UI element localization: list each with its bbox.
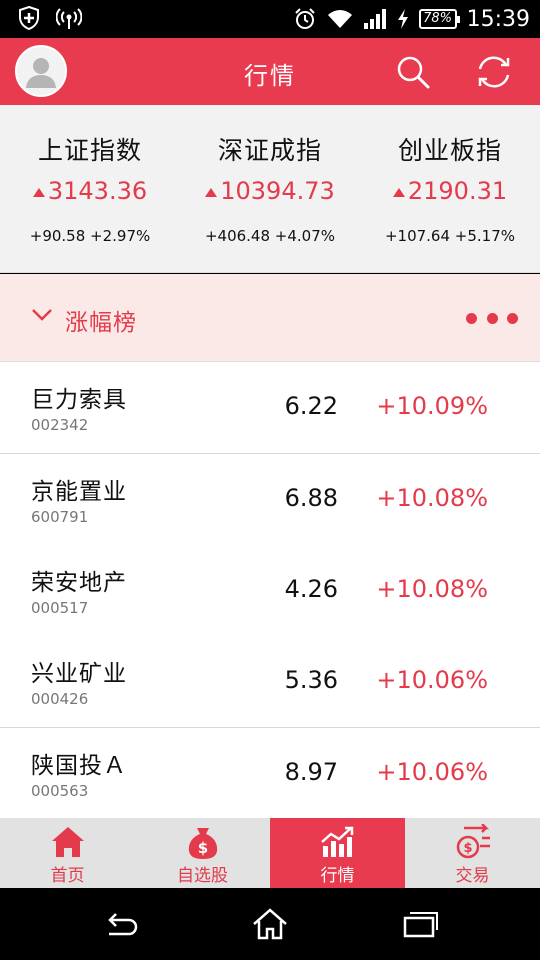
bottom-tab-bar: 首页 $ 自选股 行情 $ 交易 xyxy=(0,818,540,888)
index-change: +107.64 +5.17% xyxy=(384,227,516,245)
stock-name: 巨力索具 xyxy=(31,387,127,413)
recent-apps-button[interactable] xyxy=(400,906,440,942)
index-value: 2190.31 xyxy=(360,177,540,205)
index-card-shanghai[interactable]: 上证指数 3143.36 +90.58 +2.97% xyxy=(0,105,180,273)
tab-label: 交易 xyxy=(455,866,490,886)
gainers-ranking-header[interactable]: 涨幅榜 xyxy=(0,274,540,362)
search-button[interactable] xyxy=(393,52,433,92)
tab-home[interactable]: 首页 xyxy=(0,818,135,888)
stock-code: 000426 xyxy=(31,690,89,708)
exchange-icon: $ xyxy=(456,824,490,859)
refresh-icon xyxy=(478,56,510,88)
stock-code: 002342 xyxy=(31,416,89,434)
tab-watchlist[interactable]: $ 自选股 xyxy=(135,818,270,888)
shield-plus-icon xyxy=(19,6,39,30)
back-button[interactable] xyxy=(101,906,141,942)
stock-row[interactable]: 巨力索具 002342 6.22 +10.09% xyxy=(0,362,540,454)
tab-label: 自选股 xyxy=(177,866,228,886)
stock-change: +10.06% xyxy=(376,758,488,786)
up-arrow-icon xyxy=(32,188,45,197)
index-name: 创业板指 xyxy=(397,136,502,165)
stock-name: 兴业矿业 xyxy=(31,661,127,687)
system-nav-bar xyxy=(0,888,540,960)
stock-price: 4.26 xyxy=(284,575,338,603)
stock-code: 600791 xyxy=(31,508,89,526)
index-change: +90.58 +2.97% xyxy=(29,227,151,245)
wireless-signal-icon xyxy=(56,8,82,29)
stock-name: 京能置业 xyxy=(31,479,127,505)
charging-bolt-icon xyxy=(397,9,408,29)
recent-apps-icon xyxy=(403,912,438,938)
trend-chart-icon xyxy=(320,826,353,857)
stock-price: 5.36 xyxy=(284,666,338,694)
index-change: +406.48 +4.07% xyxy=(204,227,336,245)
page-title: 行情 xyxy=(244,62,296,90)
more-dots-icon xyxy=(486,312,498,324)
tab-label: 首页 xyxy=(50,866,85,886)
chevron-down-icon xyxy=(32,309,52,321)
stock-name: 陕国投Ａ xyxy=(31,753,127,779)
alarm-clock-icon xyxy=(294,8,315,29)
wifi-icon xyxy=(327,10,352,28)
stock-change: +10.06% xyxy=(376,666,488,694)
more-dots-icon xyxy=(466,312,477,324)
home-nav-icon xyxy=(253,908,287,940)
stock-row[interactable]: 荣安地产 000517 4.26 +10.08% xyxy=(0,545,540,637)
status-bar: 78% 15:39 xyxy=(0,0,540,38)
up-arrow-icon xyxy=(205,188,218,197)
cell-signal-icon xyxy=(363,9,386,29)
index-name: 深证成指 xyxy=(217,136,322,165)
stock-name: 荣安地产 xyxy=(31,570,127,596)
ranking-title: 涨幅榜 xyxy=(65,310,137,336)
stock-list: 巨力索具 002342 6.22 +10.09% 京能置业 600791 6.8… xyxy=(0,362,540,820)
index-value: 10394.73 xyxy=(180,177,360,205)
stock-price: 6.22 xyxy=(284,392,338,420)
index-card-chinext[interactable]: 创业板指 2190.31 +107.64 +5.17% xyxy=(360,105,540,273)
svg-text:$: $ xyxy=(197,839,207,857)
stock-change: +10.08% xyxy=(376,575,488,603)
stock-row[interactable]: 兴业矿业 000426 5.36 +10.06% xyxy=(0,636,540,728)
home-nav-button[interactable] xyxy=(250,906,290,942)
index-value-number: 3143.36 xyxy=(47,177,148,205)
back-icon xyxy=(108,913,138,936)
stock-code: 000517 xyxy=(31,599,89,617)
stock-change: +10.09% xyxy=(376,392,488,420)
stock-price: 6.88 xyxy=(284,484,338,512)
tab-trade[interactable]: $ 交易 xyxy=(405,818,540,888)
up-arrow-icon xyxy=(392,188,405,197)
tab-market[interactable]: 行情 xyxy=(270,818,405,888)
stock-row[interactable]: 京能置业 600791 6.88 +10.08% xyxy=(0,454,540,546)
market-index-panel: 上证指数 3143.36 +90.58 +2.97% 深证成指 10394.73… xyxy=(0,105,540,273)
more-options-button[interactable] xyxy=(466,308,518,328)
refresh-button[interactable] xyxy=(474,52,514,92)
index-name: 上证指数 xyxy=(37,136,142,165)
search-icon xyxy=(397,56,430,89)
index-card-shenzhen[interactable]: 深证成指 10394.73 +406.48 +4.07% xyxy=(180,105,360,273)
tab-label: 行情 xyxy=(320,866,355,886)
home-icon xyxy=(51,827,84,857)
index-value-number: 10394.73 xyxy=(220,177,335,205)
stock-code: 000563 xyxy=(31,782,89,800)
more-dots-icon xyxy=(507,312,518,324)
index-value: 3143.36 xyxy=(0,177,180,205)
svg-text:$: $ xyxy=(463,841,472,856)
status-time: 15:39 xyxy=(466,6,530,32)
stock-change: +10.08% xyxy=(376,484,488,512)
money-bag-icon: $ xyxy=(188,828,217,859)
battery-indicator: 78% xyxy=(418,9,460,29)
app-header: 行情 xyxy=(0,38,540,105)
stock-row[interactable]: 陕国投Ａ 000563 8.97 +10.06% xyxy=(0,728,540,820)
stock-price: 8.97 xyxy=(284,758,338,786)
index-value-number: 2190.31 xyxy=(407,177,508,205)
